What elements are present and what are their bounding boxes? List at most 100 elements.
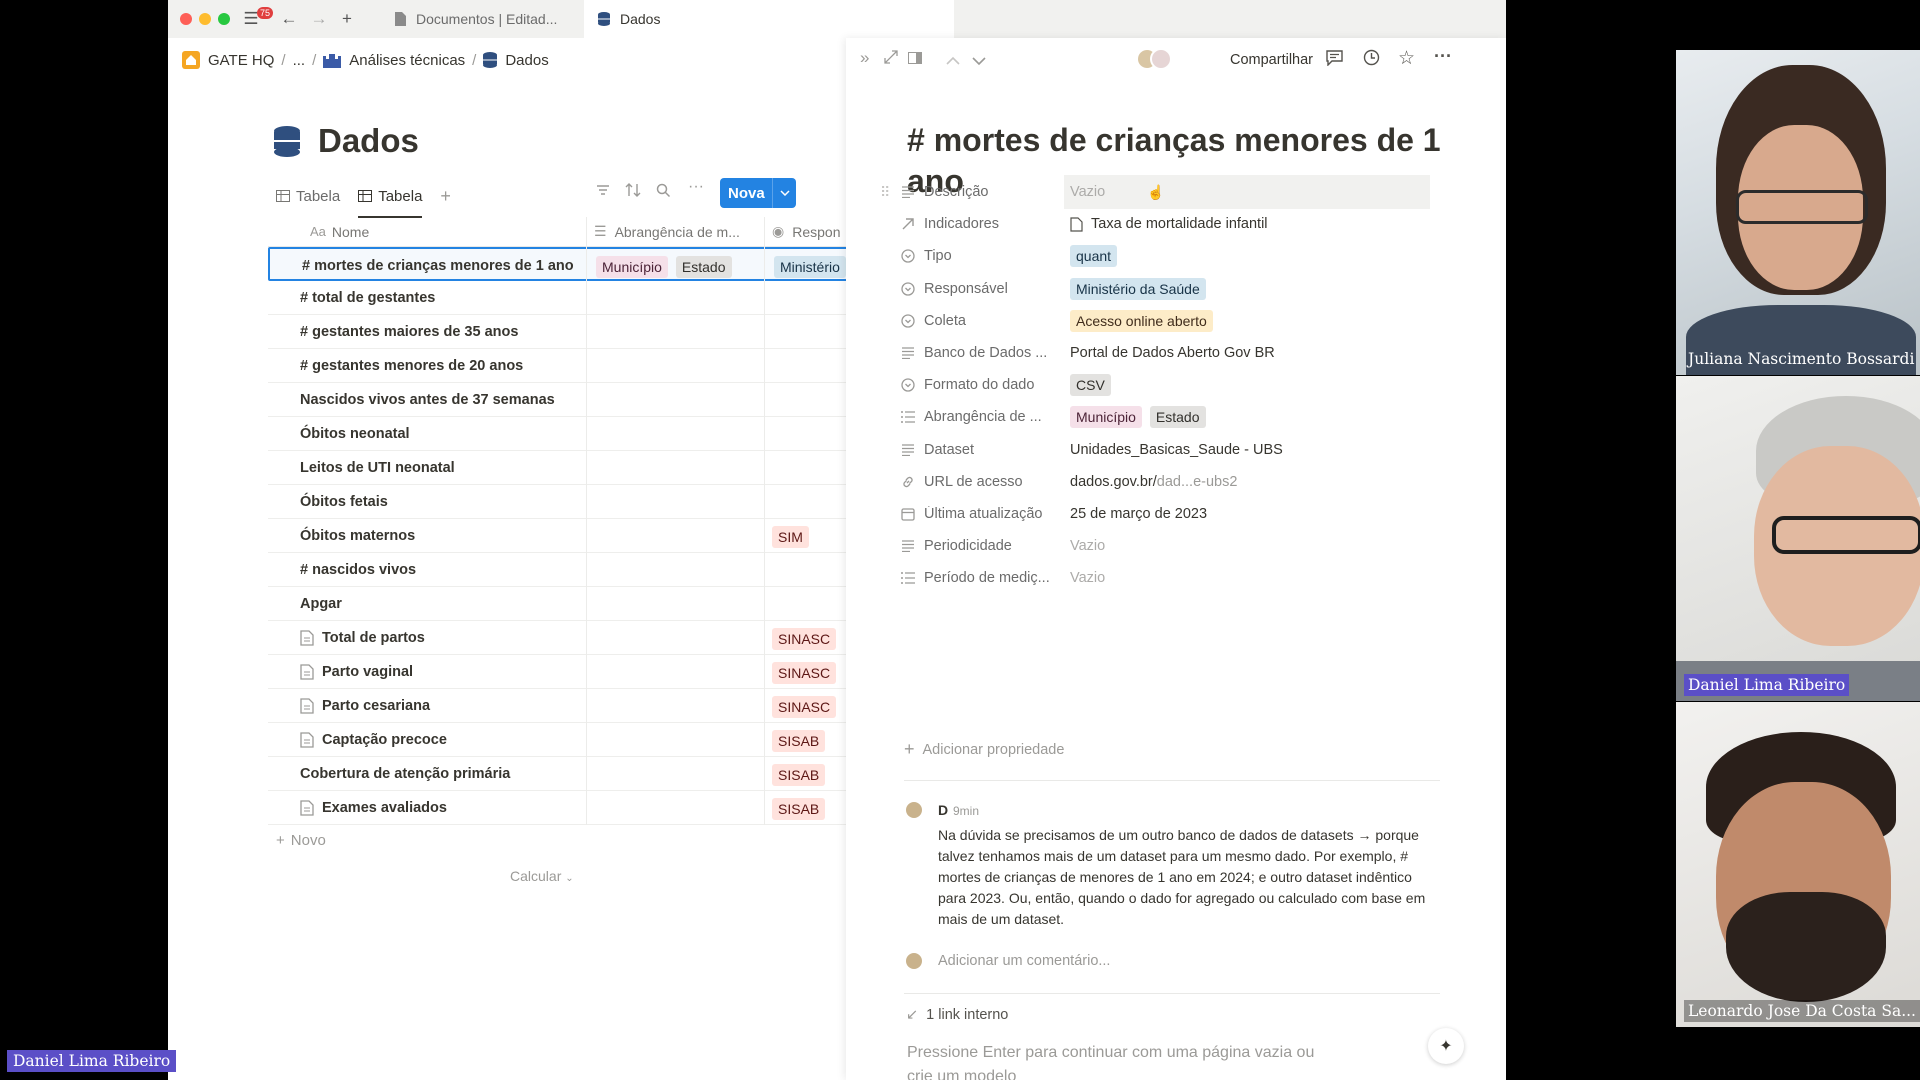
breadcrumb-item-ellipsis[interactable]: ... bbox=[293, 52, 306, 69]
tab-documentos[interactable]: Documentos | Editad... bbox=[380, 0, 558, 38]
property-value[interactable]: Taxa de mortalidade infantil bbox=[1070, 216, 1268, 232]
internal-link-toggle[interactable]: ↙ 1 link interno bbox=[906, 1007, 1008, 1023]
new-tab-plus-icon[interactable]: + bbox=[334, 6, 360, 32]
add-row-button[interactable]: + Novo bbox=[276, 832, 326, 849]
property-value[interactable]: dados.gov.br/dad...e-ubs2 bbox=[1070, 474, 1237, 490]
property-label[interactable]: Responsável bbox=[898, 281, 1070, 297]
property-row[interactable]: Abrangência de ... Município Estado bbox=[898, 399, 1458, 435]
row-responsavel-cell[interactable]: Ministério bbox=[774, 256, 854, 278]
row-name-cell[interactable]: Apgar bbox=[300, 587, 342, 621]
participant-tile-daniel[interactable]: Daniel Lima Ribeiro bbox=[1676, 376, 1920, 701]
minimize-window-button[interactable] bbox=[199, 13, 211, 25]
property-label[interactable]: Periodicidade bbox=[898, 538, 1070, 554]
property-value[interactable]: Vazio bbox=[1070, 570, 1105, 586]
forward-arrow-icon[interactable]: → bbox=[306, 6, 332, 32]
property-value[interactable]: Unidades_Basicas_Saude - UBS bbox=[1070, 442, 1283, 458]
row-name-cell[interactable]: Exames avaliados bbox=[300, 791, 447, 825]
next-page-icon[interactable] bbox=[972, 53, 986, 71]
row-name-cell[interactable]: Cobertura de atenção primária bbox=[300, 757, 510, 791]
property-row[interactable]: Tipo quant bbox=[898, 238, 1458, 274]
property-row[interactable]: Indicadores Taxa de mortalidade infantil bbox=[898, 206, 1458, 242]
property-label[interactable]: Última atualização bbox=[898, 506, 1070, 522]
property-row[interactable]: Última atualização 25 de março de 2023 bbox=[898, 496, 1458, 532]
property-row[interactable]: Dataset Unidades_Basicas_Saude - UBS bbox=[898, 432, 1458, 468]
property-label[interactable]: Formato do dado bbox=[898, 377, 1070, 393]
row-responsavel-cell[interactable]: SISAB bbox=[772, 764, 833, 786]
comment-input[interactable]: Adicionar um comentário... bbox=[938, 953, 1110, 969]
breadcrumb-item-analises[interactable]: Análises técnicas bbox=[349, 52, 465, 69]
share-button[interactable]: Compartilhar bbox=[1230, 52, 1313, 68]
back-arrow-icon[interactable]: ← bbox=[276, 6, 302, 32]
close-window-button[interactable] bbox=[180, 13, 192, 25]
new-entry-button[interactable]: Nova bbox=[720, 178, 796, 208]
property-row[interactable]: Período de mediç... Vazio bbox=[898, 560, 1458, 596]
calculate-button[interactable]: Calcular ⌄ bbox=[510, 868, 574, 884]
property-label[interactable]: Dataset bbox=[898, 442, 1070, 458]
chevron-down-icon[interactable] bbox=[772, 178, 796, 208]
favorite-star-icon[interactable]: ☆ bbox=[1398, 47, 1415, 70]
row-name-cell[interactable]: Total de partos bbox=[300, 621, 425, 655]
property-value[interactable]: Acesso online aberto bbox=[1070, 309, 1221, 332]
maximize-window-button[interactable] bbox=[218, 13, 230, 25]
row-name-cell[interactable]: # total de gestantes bbox=[300, 281, 435, 315]
column-header-abrangencia[interactable]: ☰ Abrangência de m... bbox=[586, 217, 764, 247]
row-name-cell[interactable]: # gestantes menores de 20 anos bbox=[300, 349, 523, 383]
row-abrangencia-cell[interactable]: Município Estado bbox=[596, 256, 740, 278]
template-hint[interactable]: crie um modelo bbox=[907, 1068, 1016, 1080]
property-label[interactable]: Período de mediç... bbox=[898, 570, 1070, 586]
drag-handle-icon[interactable]: ⠿ bbox=[880, 184, 890, 201]
database-title[interactable]: Dados bbox=[318, 122, 419, 160]
property-label[interactable]: Coleta bbox=[898, 313, 1070, 329]
row-responsavel-cell[interactable]: SISAB bbox=[772, 730, 833, 752]
relation-link[interactable]: Taxa de mortalidade infantil bbox=[1091, 216, 1268, 232]
more-options-icon[interactable]: ··· bbox=[1434, 46, 1452, 67]
row-name-cell[interactable]: Óbitos fetais bbox=[300, 485, 388, 519]
expand-icon[interactable] bbox=[884, 50, 898, 69]
tab-view-tabela-1[interactable]: Tabela bbox=[276, 180, 340, 212]
property-value[interactable]: CSV bbox=[1070, 374, 1119, 397]
property-row[interactable]: Formato do dado CSV bbox=[898, 367, 1458, 403]
history-clock-icon[interactable] bbox=[1363, 49, 1380, 71]
tab-view-tabela-2[interactable]: Tabela bbox=[358, 180, 423, 218]
add-view-plus-icon[interactable]: + bbox=[440, 180, 451, 212]
close-peek-icon[interactable]: » bbox=[860, 48, 869, 68]
row-responsavel-cell[interactable]: SINASC bbox=[772, 628, 844, 650]
property-label[interactable]: URL de acesso bbox=[898, 474, 1070, 490]
row-name-cell[interactable]: Óbitos neonatal bbox=[300, 417, 410, 451]
row-name-cell[interactable]: Nascidos vivos antes de 37 semanas bbox=[300, 383, 555, 417]
sort-icon[interactable] bbox=[625, 183, 641, 202]
collaborator-avatars[interactable] bbox=[1136, 48, 1180, 72]
property-value[interactable]: Vazio bbox=[1070, 538, 1105, 554]
property-label[interactable]: Tipo bbox=[898, 248, 1070, 264]
row-responsavel-cell[interactable]: SIM bbox=[772, 526, 817, 548]
property-value[interactable]: Vazio ☝ bbox=[1064, 175, 1430, 209]
search-icon[interactable] bbox=[656, 183, 671, 203]
property-value[interactable]: Ministério da Saúde bbox=[1070, 277, 1214, 300]
property-label[interactable]: Banco de Dados ... bbox=[898, 345, 1070, 361]
property-row[interactable]: Periodicidade Vazio bbox=[898, 528, 1458, 564]
url-link[interactable]: dados.gov.br/ bbox=[1070, 474, 1157, 490]
row-responsavel-cell[interactable]: SINASC bbox=[772, 696, 844, 718]
property-row[interactable]: Responsável Ministério da Saúde bbox=[898, 271, 1458, 307]
previous-page-icon[interactable] bbox=[946, 52, 960, 70]
property-row[interactable]: URL de acesso dados.gov.br/dad...e-ubs2 bbox=[898, 464, 1458, 500]
row-name-cell[interactable]: Leitos de UTI neonatal bbox=[300, 451, 455, 485]
row-name-cell[interactable]: # mortes de crianças menores de 1 ano bbox=[302, 249, 574, 283]
comments-icon[interactable] bbox=[1326, 50, 1343, 71]
filter-icon[interactable] bbox=[596, 183, 610, 202]
breadcrumb-item-dados[interactable]: Dados bbox=[505, 52, 548, 69]
row-responsavel-cell[interactable]: SISAB bbox=[772, 798, 833, 820]
participant-tile-leonardo[interactable]: Leonardo Jose Da Costa Sa... bbox=[1676, 702, 1920, 1027]
row-responsavel-cell[interactable]: SINASC bbox=[772, 662, 844, 684]
column-header-nome[interactable]: Aa Nome bbox=[268, 217, 586, 247]
ai-sparkle-button[interactable]: ✦ bbox=[1428, 1028, 1464, 1064]
property-label[interactable]: Indicadores bbox=[898, 216, 1070, 232]
row-name-cell[interactable]: Captação precoce bbox=[300, 723, 447, 757]
row-name-cell[interactable]: # nascidos vivos bbox=[300, 553, 416, 587]
more-options-icon[interactable]: ··· bbox=[688, 178, 704, 196]
property-label[interactable]: Abrangência de ... bbox=[898, 409, 1070, 425]
empty-page-hint[interactable]: Pressione Enter para continuar com uma p… bbox=[907, 1044, 1314, 1062]
property-row[interactable]: ⠿ Descrição Vazio ☝ bbox=[880, 174, 1458, 210]
tab-dados[interactable]: Dados bbox=[584, 0, 954, 38]
row-name-cell[interactable]: # gestantes maiores de 35 anos bbox=[300, 315, 518, 349]
